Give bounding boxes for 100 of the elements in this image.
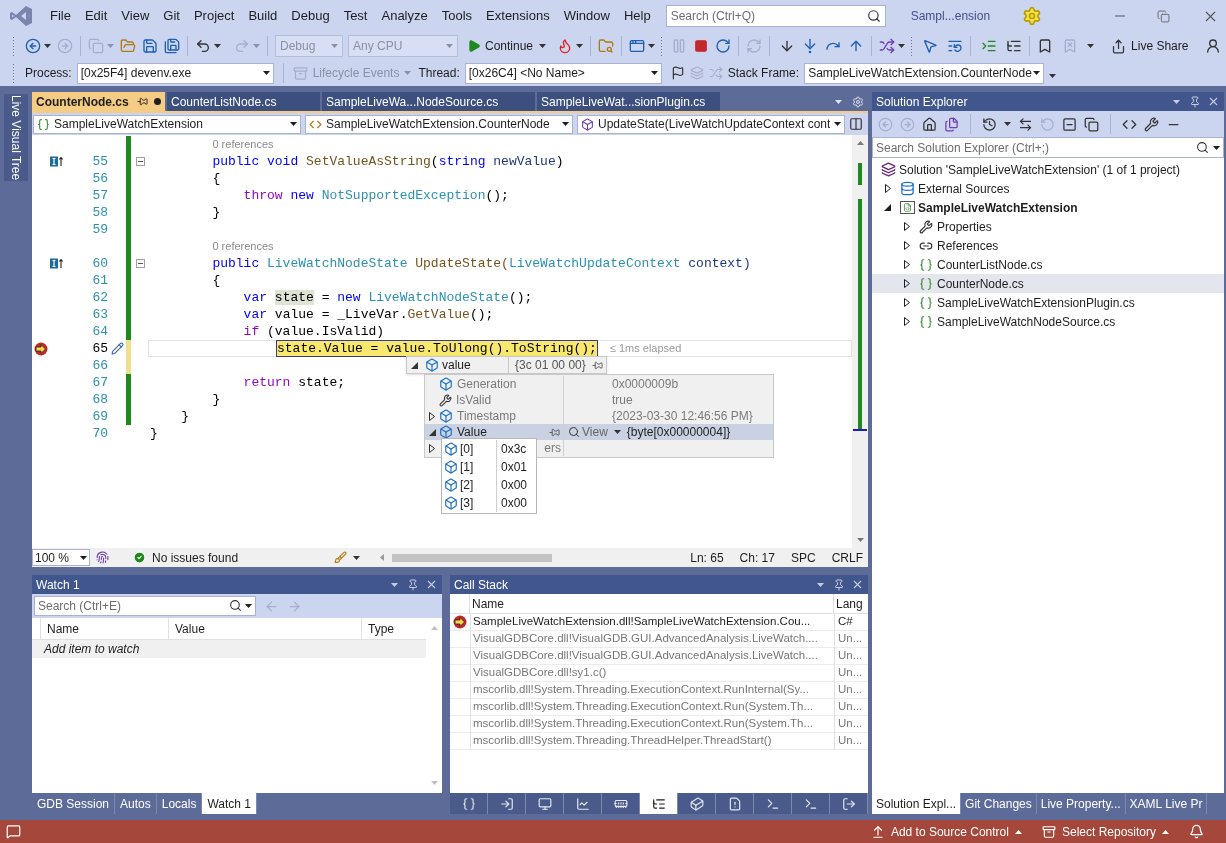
- side-tab[interactable]: Live Visual Tree: [4, 94, 28, 182]
- datatip[interactable]: value {3c 01 00 00}: [406, 356, 607, 374]
- feedback-icon[interactable]: [6, 824, 21, 839]
- caret-icon[interactable]: [1004, 122, 1011, 126]
- expand-arrow-icon[interactable]: [429, 443, 435, 453]
- editor-tab[interactable]: SampleLiveWa...NodeSource.cs: [322, 92, 535, 111]
- toolbar-grip[interactable]: [12, 63, 16, 83]
- pin-icon[interactable]: [407, 578, 419, 591]
- column-header[interactable]: Lang: [834, 594, 865, 613]
- issues-status[interactable]: No issues found: [152, 548, 239, 567]
- overflow-caret-icon[interactable]: [1049, 74, 1057, 78]
- close-icon[interactable]: [1207, 95, 1220, 108]
- expand-arrow-icon[interactable]: [903, 317, 910, 326]
- overflow-caret-icon[interactable]: [1087, 44, 1095, 48]
- pin-icon[interactable]: [591, 359, 603, 371]
- datatip-row[interactable]: IsValid true: [425, 392, 773, 408]
- copy-icon[interactable]: [1084, 116, 1099, 132]
- navigation-dropdown[interactable]: SampleLiveWatchExtension: [33, 114, 301, 134]
- caret-position[interactable]: Ln: 65: [690, 548, 724, 567]
- wrench-icon[interactable]: [1144, 116, 1159, 132]
- menu-item[interactable]: View: [114, 4, 157, 28]
- menu-item[interactable]: Window: [556, 4, 617, 28]
- repository-button[interactable]: Select Repository: [1061, 822, 1156, 841]
- settings-icon[interactable]: [852, 96, 864, 108]
- menu-item[interactable]: Analyze: [374, 4, 435, 28]
- menu-item[interactable]: Project: [186, 4, 242, 28]
- datatip-row[interactable]: Generation 0x0000009b: [425, 376, 773, 392]
- tool-window-tab[interactable]: Watch 1: [202, 793, 257, 814]
- window-icon[interactable]: [629, 38, 646, 54]
- zoom-dropdown[interactable]: 100 %: [32, 549, 90, 566]
- menu-item[interactable]: Git: [156, 4, 187, 28]
- toolbar-grip[interactable]: [12, 36, 16, 56]
- implementation-icon[interactable]: [50, 258, 64, 269]
- pin-icon[interactable]: [833, 578, 845, 591]
- editor-tab[interactable]: CounterListNode.cs: [167, 92, 320, 111]
- home-icon[interactable]: [922, 116, 937, 132]
- history-icon[interactable]: [982, 116, 997, 132]
- expand-arrow-icon[interactable]: [903, 279, 910, 288]
- call-stack-frame[interactable]: SampleLiveWatchExtension.dll!SampleLiveWatchExtension.Cou...: [470, 613, 834, 631]
- menu-item[interactable]: Help: [616, 4, 658, 28]
- caret-icon[interactable]: [214, 44, 221, 48]
- caret-position[interactable]: SPC: [790, 548, 816, 567]
- expand-arrow-icon[interactable]: [903, 222, 910, 231]
- folder-search-icon[interactable]: [598, 38, 615, 54]
- tree-item[interactable]: SampleLiveWatchExtension: [872, 198, 1224, 217]
- caret-icon[interactable]: [898, 44, 906, 48]
- tool-window-tab[interactable]: [640, 793, 678, 814]
- brush-icon[interactable]: [334, 551, 348, 564]
- pointer-icon[interactable]: [922, 38, 939, 54]
- restart-icon[interactable]: [715, 38, 732, 54]
- call-stack-frame[interactable]: mscorlib.dll!System.Threading.ThreadHelper.ThreadStart(): [470, 732, 834, 750]
- caret-icon[interactable]: [576, 44, 584, 48]
- stack-frame-dropdown[interactable]: SampleLiveWatchExtension.CounterNode: [804, 62, 1045, 84]
- tree-item[interactable]: SampleLiveWatchExtensionPlugin.cs: [872, 293, 1224, 312]
- navigation-dropdown[interactable]: UpdateState(LiveWatchUpdateContext cont: [577, 114, 845, 134]
- column-header[interactable]: Value: [168, 618, 361, 639]
- tool-window-tab[interactable]: [526, 793, 564, 814]
- user-icon[interactable]: [1205, 38, 1222, 54]
- collapse-toggle[interactable]: [135, 157, 145, 166]
- navigation-dropdown[interactable]: SampleLiveWatchExtension.CounterNode: [305, 114, 573, 134]
- pin-icon[interactable]: [549, 426, 560, 438]
- caret-position[interactable]: Ch: 17: [739, 548, 775, 567]
- indent-icon[interactable]: [981, 38, 998, 54]
- close-icon[interactable]: [851, 578, 864, 591]
- expand-arrow-icon[interactable]: [429, 411, 435, 421]
- menu-item[interactable]: Test: [336, 4, 375, 28]
- collapse-all-icon[interactable]: [1062, 116, 1077, 132]
- split-icon[interactable]: [849, 117, 863, 131]
- save-all-icon[interactable]: [164, 38, 180, 54]
- menu-item[interactable]: Tools: [434, 4, 480, 28]
- source-control-button[interactable]: Add to Source Control: [890, 822, 1009, 841]
- pin-icon[interactable]: [137, 96, 148, 107]
- column-header[interactable]: Name: [40, 618, 168, 639]
- restore-icon[interactable]: [1157, 9, 1171, 23]
- caret-icon[interactable]: [1162, 829, 1169, 834]
- tree-item[interactable]: External Sources: [872, 179, 1224, 198]
- tool-window-tab[interactable]: Solution Expl...: [872, 793, 962, 814]
- call-stack-frame[interactable]: VisualGDBCore.dll!sy1.c(): [470, 664, 834, 682]
- editor-tab[interactable]: CounterNode.cs: [32, 92, 165, 111]
- expand-arrow-icon[interactable]: [903, 241, 910, 250]
- save-icon[interactable]: [142, 38, 158, 54]
- folder-open-icon[interactable]: [120, 38, 136, 54]
- expand-arrow-icon[interactable]: [903, 298, 910, 307]
- close-icon[interactable]: [425, 578, 438, 591]
- undo-icon[interactable]: [195, 38, 211, 54]
- menu-item[interactable]: Build: [241, 4, 285, 28]
- caret-position[interactable]: CRLF: [831, 548, 863, 567]
- tool-window-tab[interactable]: [488, 793, 526, 814]
- caret-icon[interactable]: [539, 44, 547, 48]
- column-header[interactable]: Name: [470, 594, 834, 613]
- expand-arrow-icon[interactable]: [903, 260, 910, 269]
- tool-window-tab[interactable]: [716, 793, 754, 814]
- sync-icon[interactable]: [1018, 116, 1033, 132]
- call-stack-frame[interactable]: VisualGDBCore.dll!VisualGDB.GUI.AdvancedAnalysis.LiveWatch....: [470, 647, 834, 665]
- switch-views-icon[interactable]: [944, 116, 959, 132]
- caret-icon[interactable]: [353, 555, 361, 560]
- tree-item[interactable]: References: [872, 236, 1224, 255]
- caret-icon[interactable]: [44, 44, 51, 48]
- fingerprint-icon[interactable]: [96, 551, 109, 564]
- solution-search-field[interactable]: Search Solution Explorer (Ctrl+;): [872, 137, 1224, 158]
